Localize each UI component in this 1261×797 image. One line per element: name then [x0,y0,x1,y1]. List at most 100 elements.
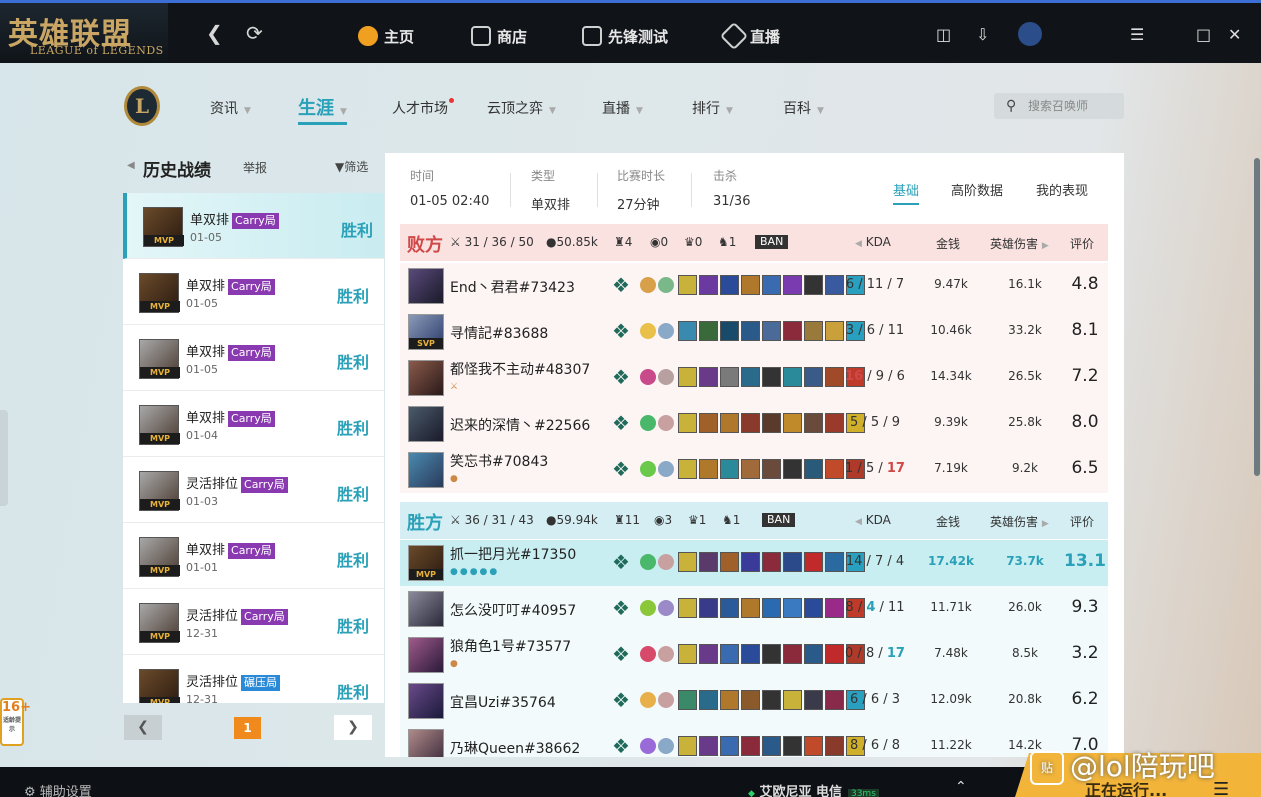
rune-secondary-icon [658,692,674,708]
item-icon [762,413,781,433]
nav-live[interactable]: 直播 ▼ [602,98,643,118]
item-icon [804,598,823,618]
player-name[interactable]: 狼角色1号#73577 [450,636,571,656]
kda-header[interactable]: ◀ KDA [855,235,891,249]
ban-button[interactable]: BAN [762,513,796,527]
prev-page-button[interactable]: ❮ [124,715,162,740]
back-icon[interactable]: ❮ [206,23,223,43]
kda-header-label: KDA [865,235,891,249]
download-icon[interactable]: ⇩ [976,25,989,44]
rune-secondary-icon [658,461,674,477]
nav-talent[interactable]: 人才市场 [392,98,454,118]
player-name[interactable]: 宜昌Uzi#35764 [450,692,556,712]
item-icon [678,552,697,572]
topnav-live-label: 直播 [750,27,781,46]
chevron-down-icon: ▼ [549,106,556,116]
rank-emblem-icon: ❖ [612,688,630,712]
server-status[interactable]: ◆ 艾欧尼亚 电信 33ms [748,781,879,797]
kda-header[interactable]: ◀ KDA [855,513,891,527]
item-icon [783,644,802,664]
match-item[interactable]: MVP 灵活排位 碾压局 12-31 胜利 [123,655,384,703]
damage-header[interactable]: 英雄伤害 ▶ [990,235,1049,252]
tab-advanced[interactable]: 高阶数据 [951,180,1003,199]
topnav-live[interactable]: 直播 [719,21,781,51]
type-value: 单双排 [531,198,571,213]
mailbox-icon[interactable]: ◫ [936,25,951,44]
rune-primary-icon [640,646,656,662]
player-row[interactable]: 狼角色1号#73577 ● ❖ 0 / 8 / 17 7.48k 8.5k 3.… [400,632,1108,678]
ban-button[interactable]: BAN [755,235,789,249]
side-drawer-handle[interactable] [0,410,8,506]
player-row[interactable]: 乃琳Queen#38662 ❖ 8 / 6 / 8 11.22k 14.2k 7… [400,724,1108,757]
damage-header[interactable]: 英雄伤害 ▶ [990,513,1049,530]
tab-my-performance[interactable]: 我的表现 [1036,180,1088,199]
player-name[interactable]: 怎么没叮叮#40957 [450,600,576,620]
player-row[interactable]: 怎么没叮叮#40957 ❖ 8 / 4 / 11 11.71k 26.0k 9.… [400,586,1108,632]
profile-avatar[interactable] [1018,22,1042,46]
player-row[interactable]: SVP 寻情記#83688 ❖ 3 / 6 / 11 10.46k 33.2k … [400,309,1108,355]
maximize-icon[interactable]: □ [1196,25,1211,44]
report-button[interactable]: 举报 [243,159,267,176]
player-name[interactable]: 都怪我不主动#48307 [450,359,590,379]
nav-career[interactable]: 生涯 ▼ [298,94,347,125]
player-kda: 6 / 11 / 7 [845,277,905,292]
rank-emblem-icon: ❖ [612,550,630,574]
collapse-arrow-icon[interactable]: ◀ [127,160,135,171]
player-name[interactable]: 迟来的深情丶#22566 [450,415,590,435]
gold-header: 金钱 [936,237,961,251]
item-icon [699,598,718,618]
match-item[interactable]: MVP 单双排 Carry局 01-05 胜利 [123,193,384,259]
next-page-button[interactable]: ❯ [334,715,372,740]
match-item[interactable]: MVP 单双排 Carry局 01-04 胜利 [123,391,384,457]
match-list[interactable]: MVP 单双排 Carry局 01-05 胜利 MVP 单双排 Carry局 01-… [123,193,384,703]
nav-news[interactable]: 资讯 ▼ [210,98,251,118]
item-icon [699,690,718,710]
close-icon[interactable]: ✕ [1228,25,1241,44]
player-row-self[interactable]: MVP 抓一把月光#17350 ●●●●● ❖ 14 / 7 / 4 17.42… [400,540,1108,586]
nav-tft[interactable]: 云顶之弈 ▼ [487,98,556,118]
match-item[interactable]: MVP 单双排 Carry局 01-01 胜利 [123,523,384,589]
lol-logo[interactable]: L [124,86,160,126]
match-item[interactable]: MVP 单双排 Carry局 01-05 胜利 [123,259,384,325]
champion-avatar [408,683,444,719]
player-name[interactable]: 笑忘书#70843 [450,451,548,471]
match-item[interactable]: MVP 单双排 Carry局 01-05 胜利 [123,325,384,391]
client-logo[interactable]: 英雄联盟 LEAGUE of LEGENDS [0,3,168,63]
topnav-home[interactable]: 主页 [358,25,414,47]
team-name: 胜方 [407,513,443,534]
player-row[interactable]: 笑忘书#70843 ● ❖ 1 / 5 / 17 7.19k 9.2k 6.5 [400,447,1108,493]
player-row[interactable]: 宜昌Uzi#35764 ❖ 6 / 6 / 3 12.09k 20.8k 6.2 [400,678,1108,724]
current-page[interactable]: 1 [234,717,261,739]
tab-basic[interactable]: 基础 [893,180,920,205]
menu-icon[interactable]: ☰ [1130,25,1144,44]
player-row[interactable]: 都怪我不主动#48307 ⚔ ❖ 16 / 9 / 6 14.34k 26.5k… [400,355,1108,401]
chevron-up-icon[interactable]: ⌃ [955,779,967,795]
topnav-store[interactable]: 商店 [471,25,527,47]
player-name[interactable]: 乃琳Queen#38662 [450,738,580,757]
page-scrollbar[interactable] [1254,158,1260,476]
hamburger-menu-icon[interactable]: ☰ [1213,779,1229,797]
assist-settings[interactable]: ⚙ 辅助设置 [24,781,92,797]
rank-emblem-icon: ❖ [612,642,630,666]
topnav-pbe[interactable]: 先锋测试 [582,25,668,47]
chevron-down-icon: ▼ [726,106,733,116]
filter-button[interactable]: ▼筛选 [335,158,368,175]
item-icon [720,598,739,618]
nav-wiki[interactable]: 百科 ▼ [783,98,824,118]
player-gold: 10.46k [930,323,972,337]
team-gold: ●50.85k [546,235,598,249]
player-name[interactable]: 寻情記#83688 [450,323,548,343]
summoner-search[interactable]: ⚲ 搜索召唤师 [994,93,1124,119]
item-icon [699,552,718,572]
match-item[interactable]: MVP 灵活排位 Carry局 12-31 胜利 [123,589,384,655]
item-icon [741,459,760,479]
item-icon [699,321,718,341]
refresh-icon[interactable]: ⟳ [246,23,263,43]
player-row[interactable]: End丶君君#73423 ❖ 6 / 11 / 7 9.47k 16.1k 4.… [400,263,1108,309]
player-row[interactable]: 迟来的深情丶#22566 ❖ 5 / 5 / 9 9.39k 25.8k 8.0 [400,401,1108,447]
match-item[interactable]: MVP 灵活排位 Carry局 01-03 胜利 [123,457,384,523]
player-name[interactable]: End丶君君#73423 [450,277,575,297]
nav-rank[interactable]: 排行 ▼ [692,98,733,118]
mvp-badge: MVP [140,301,180,312]
player-name[interactable]: 抓一把月光#17350 [450,544,576,564]
